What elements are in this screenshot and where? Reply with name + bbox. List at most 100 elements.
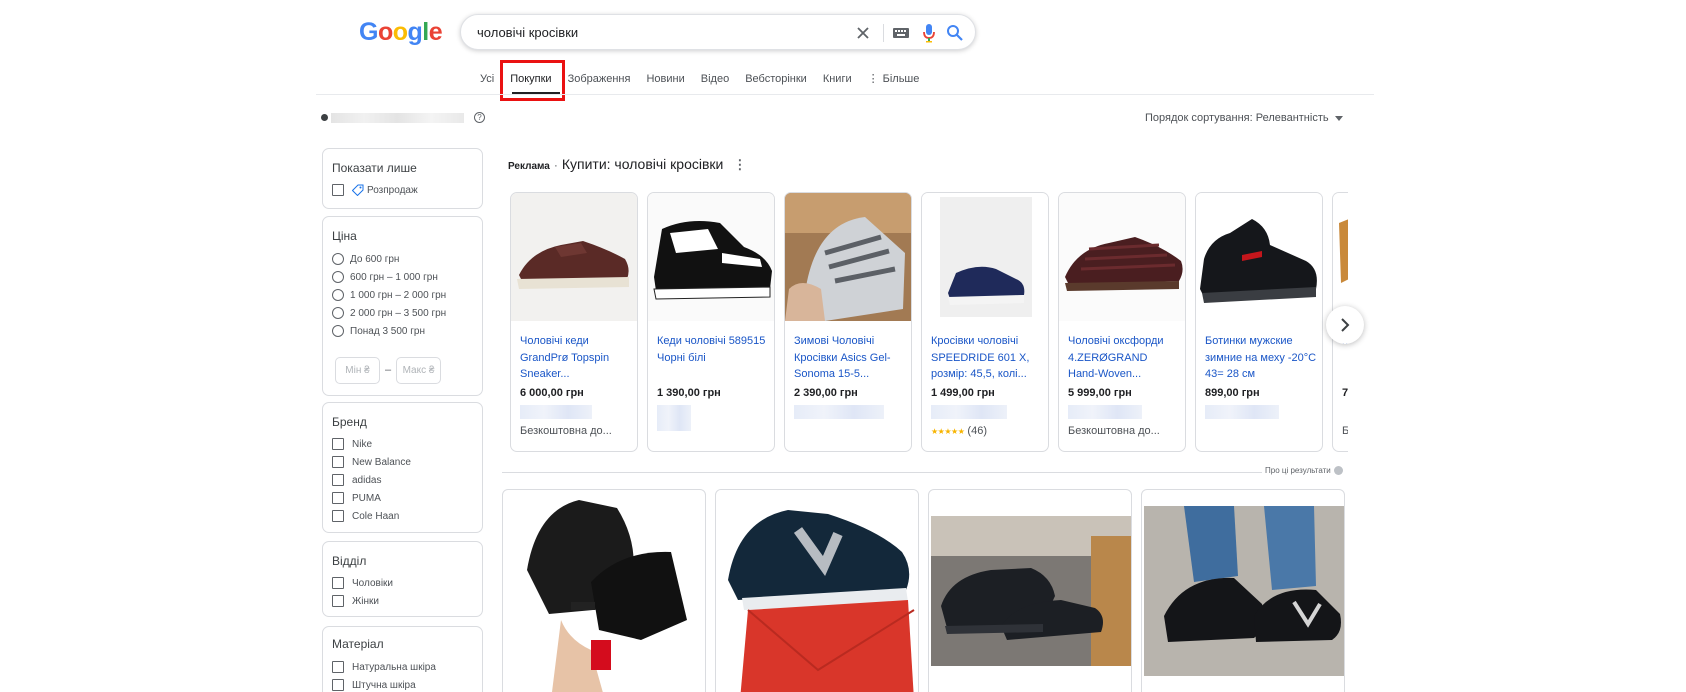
filter-title: Показати лише (332, 161, 417, 175)
product-image[interactable] (1144, 506, 1344, 676)
product-card[interactable]: Ботинки мужские зимние на меху -20°C 43=… (1195, 192, 1323, 452)
checkbox[interactable] (332, 184, 344, 196)
filter-brand: Бренд Nike New Balance adidas PUMA Cole … (322, 402, 483, 533)
filter-option-price[interactable]: До 600 грн (332, 253, 399, 265)
chevron-right-icon (1341, 318, 1350, 332)
tab-images[interactable]: Зображення (568, 72, 631, 94)
product-image[interactable] (1333, 193, 1348, 321)
search-divider (883, 24, 884, 42)
store-name-redacted (520, 405, 592, 419)
search-box[interactable]: чоловічі кросівки (460, 14, 976, 50)
product-image[interactable] (1059, 193, 1185, 321)
checkbox[interactable] (332, 661, 344, 673)
filter-option-label: 2 000 грн – 3 500 грн (350, 307, 447, 319)
filter-option-department[interactable]: Жінки (332, 595, 379, 607)
tab-books[interactable]: Книги (823, 72, 852, 94)
tab-news[interactable]: Новини (646, 72, 684, 94)
radio[interactable] (332, 325, 344, 337)
tab-more-label: Більше (882, 73, 920, 85)
radio[interactable] (332, 253, 344, 265)
product-image[interactable] (718, 490, 918, 692)
filter-option-brand[interactable]: PUMA (332, 492, 381, 504)
filter-option-material[interactable]: Штучна шкіра (332, 679, 416, 691)
header-divider (316, 94, 1374, 95)
filter-material: Матеріал Натуральна шкіра Штучна шкіра (322, 626, 483, 692)
product-title[interactable]: Зимові Чоловічі Кросівки Asics Gel-Sonom… (794, 333, 906, 383)
radio[interactable] (332, 289, 344, 301)
logo-letter: o (392, 18, 408, 46)
filter-option-sale[interactable]: Розпродаж (332, 184, 418, 196)
product-title[interactable]: Чоловічі кеди GrandPrø Topspin Sneaker..… (520, 333, 632, 383)
carousel-next-button[interactable] (1326, 306, 1364, 344)
checkbox[interactable] (332, 456, 344, 468)
product-title[interactable]: Чоловічі оксфорди 4.ZERØGRAND Hand-Woven… (1068, 333, 1180, 383)
tab-all[interactable]: Усі (480, 72, 494, 94)
sort-label: Порядок сортування: Релевантність (1145, 112, 1329, 124)
search-icon[interactable] (945, 23, 965, 43)
checkbox[interactable] (332, 438, 344, 450)
caret-down-icon (1334, 115, 1343, 121)
product-card[interactable]: Чоловічі кеди GrandPrø Topspin Sneaker..… (510, 192, 638, 452)
store-name-redacted (1205, 405, 1279, 419)
filter-option-price[interactable]: 1 000 грн – 2 000 грн (332, 289, 446, 301)
filter-option-label: 1 000 грн – 2 000 грн (350, 289, 447, 301)
tab-web[interactable]: Вебсторінки (745, 72, 807, 94)
location-indicator[interactable]: ? (321, 112, 485, 123)
filter-option-price[interactable]: 2 000 грн – 3 500 грн (332, 307, 446, 319)
product-image[interactable] (648, 193, 774, 321)
search-input[interactable]: чоловічі кросівки (477, 25, 578, 40)
checkbox[interactable] (332, 577, 344, 589)
product-image[interactable] (931, 516, 1131, 666)
filter-option-department[interactable]: Чоловіки (332, 577, 393, 589)
more-options-icon[interactable]: ⋮ (733, 157, 746, 173)
product-price: 7 (1342, 387, 1348, 399)
checkbox[interactable] (332, 510, 344, 522)
filter-option-material[interactable]: Натуральна шкіра (332, 661, 436, 673)
product-card[interactable]: Кеди чоловічі 589515 Чорні білі 1 390,00… (647, 192, 775, 452)
filter-option-brand[interactable]: adidas (332, 474, 381, 486)
max-price-input[interactable]: Макс ₴ (396, 357, 441, 384)
product-card[interactable] (715, 489, 919, 692)
product-image[interactable] (521, 490, 689, 692)
filter-option-brand[interactable]: Nike (332, 438, 372, 450)
google-logo[interactable]: Google (359, 18, 443, 47)
product-card[interactable] (928, 489, 1132, 692)
checkbox[interactable] (332, 492, 344, 504)
store-name-redacted (657, 405, 691, 431)
product-image[interactable] (922, 193, 1048, 321)
checkbox[interactable] (332, 679, 344, 691)
min-price-input[interactable]: Мін ₴ (335, 357, 380, 384)
product-card[interactable] (1141, 489, 1345, 692)
product-title[interactable]: Кеди чоловічі 589515 Чорні білі (657, 333, 769, 383)
clear-icon[interactable] (853, 23, 873, 43)
product-price: 1 499,00 грн (931, 387, 995, 399)
product-title[interactable]: Ботинки мужские зимние на меху -20°C 43=… (1205, 333, 1317, 383)
tab-more[interactable]: ⋮ Більше (868, 72, 920, 94)
filter-option-label: Чоловіки (352, 577, 394, 589)
product-card[interactable]: Зимові Чоловічі Кросівки Asics Gel-Sonom… (784, 192, 912, 452)
ads-separator: · (553, 158, 558, 172)
product-title[interactable]: Кросівки чоловічі SPEEDRIDE 601 X, розмі… (931, 333, 1043, 383)
product-image[interactable] (785, 193, 911, 321)
checkbox[interactable] (332, 474, 344, 486)
keyboard-icon[interactable] (891, 24, 911, 42)
product-card[interactable]: Чоловічі оксфорди 4.ZERØGRAND Hand-Woven… (1058, 192, 1186, 452)
sort-dropdown[interactable]: Порядок сортування: Релевантність (1145, 112, 1343, 124)
microphone-icon[interactable] (919, 22, 939, 44)
product-card[interactable] (502, 489, 706, 692)
radio[interactable] (332, 307, 344, 319)
product-card[interactable]: Кросівки чоловічі SPEEDRIDE 601 X, розмі… (921, 192, 1049, 452)
radio[interactable] (332, 271, 344, 283)
filter-option-brand[interactable]: New Balance (332, 456, 411, 468)
filter-option-price[interactable]: Понад 3 500 грн (332, 325, 425, 337)
checkbox[interactable] (332, 595, 344, 607)
product-image[interactable] (511, 193, 637, 321)
help-icon[interactable]: ? (474, 112, 485, 123)
more-dots-icon: ⋮ (867, 73, 879, 85)
tab-videos[interactable]: Відео (701, 72, 729, 94)
product-price: 6 000,00 грн (520, 387, 584, 399)
filter-option-brand[interactable]: Cole Haan (332, 510, 399, 522)
product-image[interactable] (1196, 193, 1322, 321)
filter-option-price[interactable]: 600 грн – 1 000 грн (332, 271, 438, 283)
about-results[interactable]: Про ці результати (1265, 466, 1343, 475)
